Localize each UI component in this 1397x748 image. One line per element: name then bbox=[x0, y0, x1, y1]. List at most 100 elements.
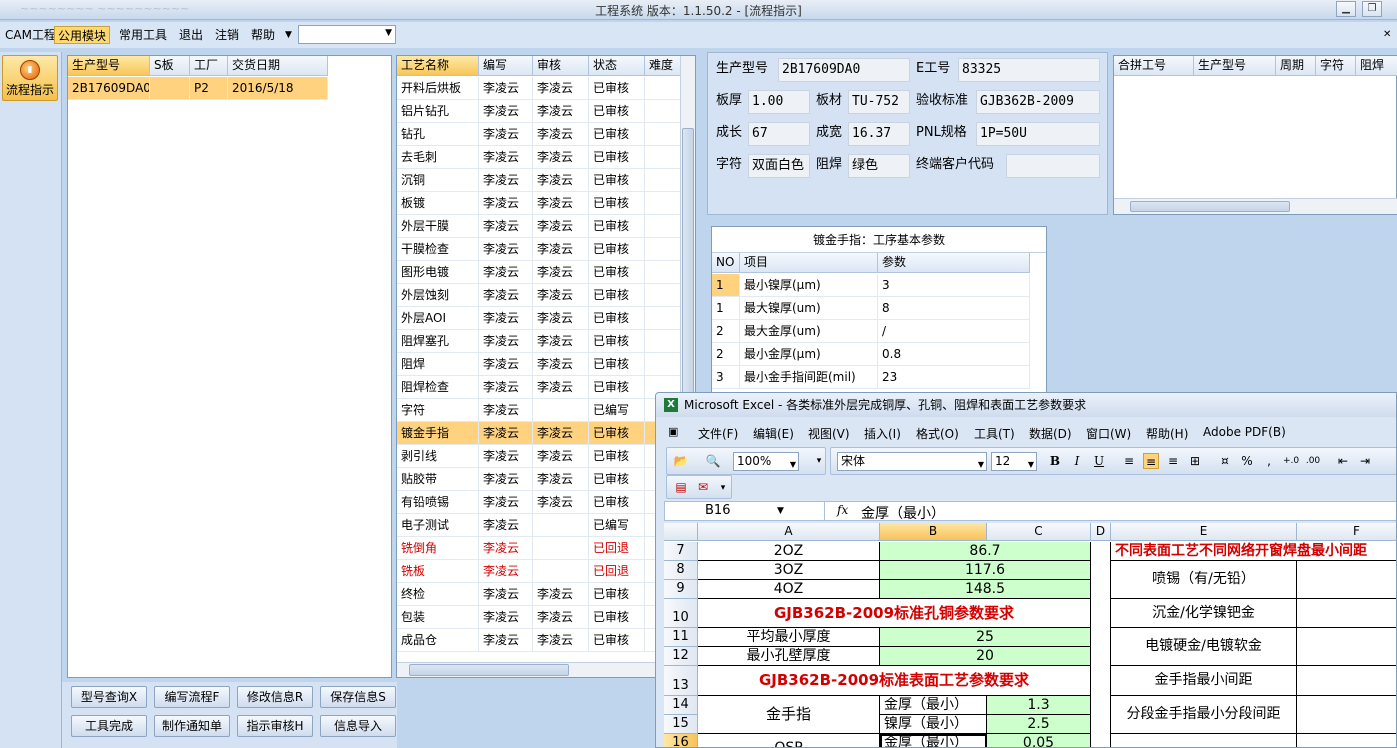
cell-b11[interactable]: 25 bbox=[880, 628, 1091, 647]
cell-b9[interactable]: 148.5 bbox=[880, 580, 1091, 599]
menu-combo[interactable]: ▼ bbox=[298, 25, 396, 44]
standard-field[interactable]: GJB362B-2009 bbox=[976, 90, 1100, 114]
toolbar-options-icon[interactable]: ▾ bbox=[715, 480, 731, 496]
length-field[interactable]: 67 bbox=[748, 122, 810, 146]
menu-exit[interactable]: 退出 bbox=[176, 26, 206, 44]
cell-f11[interactable] bbox=[1297, 628, 1396, 666]
merge-col-char[interactable]: 字符 bbox=[1316, 56, 1356, 76]
merge-center-icon[interactable]: ⊞ bbox=[1187, 453, 1203, 469]
excel-menu-window[interactable]: 窗口(W) bbox=[1086, 425, 1131, 442]
merge-col-mask[interactable]: 阻焊 bbox=[1356, 56, 1397, 76]
write-flow-button[interactable]: 编写流程F bbox=[154, 686, 230, 708]
excel-menu-file[interactable]: 文件(F) bbox=[698, 425, 738, 442]
percent-icon[interactable]: % bbox=[1239, 453, 1255, 469]
cell-b7[interactable]: 86.7 bbox=[880, 542, 1091, 561]
row-header-12[interactable]: 12 bbox=[664, 647, 698, 666]
cell-b14[interactable]: 金厚（最小） bbox=[880, 696, 987, 715]
fx-icon[interactable]: fx bbox=[837, 503, 848, 517]
cell-c16[interactable]: 0.05 bbox=[987, 734, 1091, 747]
formula-content[interactable]: 金厚（最小） bbox=[861, 503, 945, 523]
thickness-field[interactable]: 1.00 bbox=[748, 90, 810, 114]
scroll-thumb[interactable] bbox=[409, 664, 569, 676]
cell-b15[interactable]: 镍厚（最小） bbox=[880, 715, 987, 734]
customer-field[interactable] bbox=[1006, 154, 1100, 178]
mask-field[interactable]: 绿色 bbox=[848, 154, 910, 178]
cell-a13[interactable]: GJB362B-2009标准表面工艺参数要求 bbox=[698, 666, 1091, 696]
row-header-9[interactable]: 9 bbox=[664, 580, 698, 599]
cell-e14[interactable]: 分段金手指最小分段间距 bbox=[1111, 696, 1297, 734]
row-header-14[interactable]: 14 bbox=[664, 696, 698, 715]
proc-col-difficulty[interactable]: 难度 bbox=[645, 56, 681, 76]
proc-col-status[interactable]: 状态 bbox=[589, 56, 645, 76]
restore-button[interactable]: ❐ bbox=[1362, 1, 1382, 17]
align-right-icon[interactable]: ≡ bbox=[1165, 453, 1181, 469]
zoom-combo[interactable]: 100% ▼ bbox=[733, 452, 799, 471]
align-left-icon[interactable]: ≡ bbox=[1121, 453, 1137, 469]
select-all-corner[interactable] bbox=[664, 523, 698, 541]
proc-col-reviewer[interactable]: 审核 bbox=[533, 56, 589, 76]
menu-logout[interactable]: 注销 bbox=[212, 26, 242, 44]
scroll-thumb[interactable] bbox=[1130, 201, 1290, 212]
increase-decimal-icon[interactable]: +.0 bbox=[1283, 453, 1299, 469]
order-col-factory[interactable]: 工厂 bbox=[190, 56, 228, 76]
cell-a11[interactable]: 平均最小厚度 bbox=[698, 628, 880, 647]
save-info-button[interactable]: 保存信息S bbox=[320, 686, 396, 708]
pdf-mail-icon[interactable]: ✉ bbox=[695, 479, 711, 495]
order-col-date[interactable]: 交货日期 bbox=[228, 56, 328, 76]
menu-dropdown-icon[interactable]: ▼ bbox=[282, 26, 295, 44]
col-header-d[interactable]: D bbox=[1091, 523, 1111, 541]
cell-e10[interactable]: 沉金/化学镍钯金 bbox=[1111, 599, 1297, 628]
row-header-10[interactable]: 10 bbox=[664, 599, 698, 628]
col-header-e[interactable]: E bbox=[1111, 523, 1297, 541]
spreadsheet-grid[interactable]: A B C D E F 7 8 9 10 11 12 13 14 15 16 2… bbox=[664, 523, 1396, 747]
menu-cam[interactable]: CAM工程 bbox=[2, 26, 59, 44]
review-instruction-button[interactable]: 指示审核H bbox=[237, 715, 313, 737]
cell-c15[interactable]: 2.5 bbox=[987, 715, 1091, 734]
open-folder-icon[interactable]: 📂 bbox=[673, 453, 689, 469]
cell-c14[interactable]: 1.3 bbox=[987, 696, 1091, 715]
menu-common-module[interactable]: 公用模块 bbox=[54, 26, 111, 44]
minimize-button[interactable]: ▁ bbox=[1336, 1, 1356, 17]
row-header-8[interactable]: 8 bbox=[664, 561, 698, 580]
excel-menu-data[interactable]: 数据(D) bbox=[1029, 425, 1072, 442]
eno-field[interactable]: 83325 bbox=[958, 58, 1100, 82]
cell-a16[interactable]: OSP bbox=[698, 734, 880, 747]
import-info-button[interactable]: 信息导入 bbox=[320, 715, 396, 737]
font-size-combo[interactable]: 12 ▼ bbox=[991, 452, 1037, 471]
cell-b16-active[interactable]: 金厚（最小） bbox=[880, 734, 987, 747]
tool-complete-button[interactable]: 工具完成 bbox=[71, 715, 147, 737]
char-field[interactable]: 双面白色 bbox=[748, 154, 810, 178]
order-col-s[interactable]: S板 bbox=[150, 56, 190, 76]
excel-window[interactable]: X Microsoft Excel - 各类标准外层完成铜厚、孔铜、阻焊和表面工… bbox=[655, 392, 1397, 748]
model-field[interactable]: 2B17609DA0 bbox=[778, 58, 910, 82]
cell-f10[interactable] bbox=[1297, 599, 1396, 628]
excel-menu-insert[interactable]: 插入(I) bbox=[864, 425, 901, 442]
cell-e13[interactable]: 金手指最小间距 bbox=[1111, 666, 1297, 696]
merge-col-model[interactable]: 生产型号 bbox=[1194, 56, 1276, 76]
col-header-b[interactable]: B bbox=[880, 523, 987, 541]
cell-d-column[interactable] bbox=[1091, 542, 1111, 747]
merge-hscrollbar[interactable] bbox=[1114, 198, 1397, 214]
cell-a10[interactable]: GJB362B-2009标准孔铜参数要求 bbox=[698, 599, 1091, 628]
menu-tools[interactable]: 常用工具 bbox=[116, 26, 170, 44]
excel-menu-edit[interactable]: 编辑(E) bbox=[753, 425, 794, 442]
merge-col-period[interactable]: 周期 bbox=[1276, 56, 1316, 76]
currency-icon[interactable]: ¤ bbox=[1217, 453, 1233, 469]
comma-icon[interactable]: , bbox=[1261, 453, 1277, 469]
width-field[interactable]: 16.37 bbox=[848, 122, 910, 146]
name-box[interactable]: B16 ▼ bbox=[665, 502, 825, 520]
toolbar-options-icon[interactable]: ▾ bbox=[811, 453, 827, 469]
cell-f13[interactable] bbox=[1297, 666, 1396, 696]
cell-a14[interactable]: 金手指 bbox=[698, 696, 880, 734]
italic-icon[interactable]: I bbox=[1069, 453, 1085, 469]
process-hscrollbar[interactable] bbox=[397, 662, 682, 677]
increase-indent-icon[interactable]: ⇥ bbox=[1357, 453, 1373, 469]
decrease-decimal-icon[interactable]: .00 bbox=[1305, 453, 1321, 469]
decrease-indent-icon[interactable]: ⇤ bbox=[1335, 453, 1351, 469]
cell-e11[interactable]: 电镀硬金/电镀软金 bbox=[1111, 628, 1297, 666]
col-header-c[interactable]: C bbox=[987, 523, 1091, 541]
cell-e7[interactable]: 不同表面工艺不同网络开窗焊盘最小间距 bbox=[1111, 542, 1396, 561]
proc-col-name[interactable]: 工艺名称 bbox=[397, 56, 479, 76]
query-model-button[interactable]: 型号查询X bbox=[71, 686, 147, 708]
excel-menu-help[interactable]: 帮助(H) bbox=[1146, 425, 1188, 442]
